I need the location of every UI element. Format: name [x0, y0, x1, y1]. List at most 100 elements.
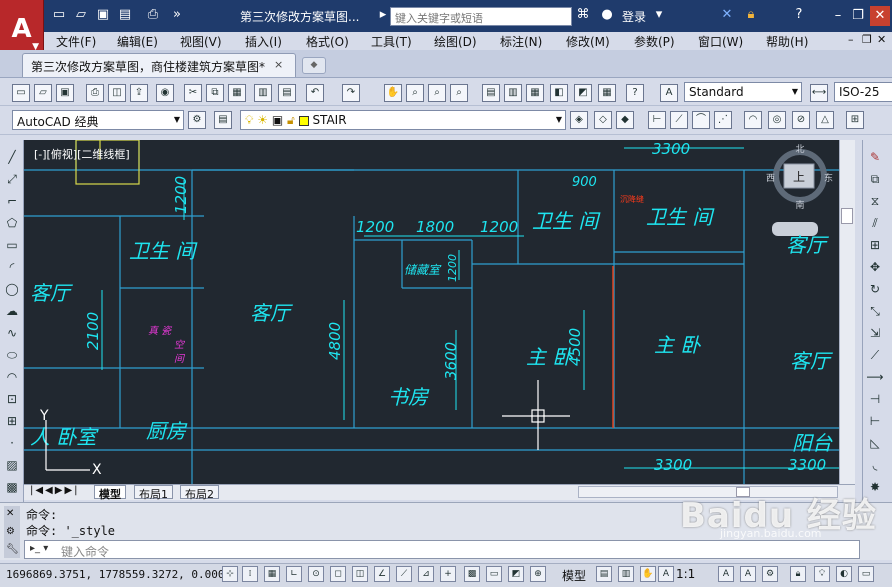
qnew-icon[interactable]: ▭ [12, 84, 30, 102]
stretch-icon[interactable]: ⇲ [866, 324, 884, 342]
layer-select[interactable]: 💡︎ ☀ ▣ 🔓︎ STAIR ▼ [240, 110, 566, 130]
design-center-icon[interactable]: ◉ [156, 84, 174, 102]
diameter-dim-icon[interactable]: ⊘ [792, 111, 810, 129]
zoom-previous-icon[interactable]: ⌕ [450, 84, 468, 102]
annotation-monitor-icon[interactable]: ⊕ [530, 566, 546, 582]
arc-icon[interactable]: ◜ [3, 258, 21, 276]
copy-icon[interactable]: ⧉ [206, 84, 224, 102]
restore-icon[interactable]: ❐ [848, 6, 868, 26]
lineweight-icon[interactable]: + [440, 566, 456, 582]
login-link[interactable]: 登录 [622, 8, 646, 25]
polyline-icon[interactable]: ⌐ [3, 192, 21, 210]
angular-dim-icon[interactable]: △ [816, 111, 834, 129]
binoculars-icon[interactable]: ⌘ [574, 6, 592, 24]
design-center-palette-icon[interactable]: ▥ [504, 84, 522, 102]
print-icon[interactable]: ⎙ [144, 6, 162, 24]
properties-icon[interactable]: ▤ [482, 84, 500, 102]
auto-scale-icon[interactable]: A [740, 566, 756, 582]
menu-parametric[interactable]: 参数(P) [634, 33, 675, 50]
block-editor-icon[interactable]: ▤ [278, 84, 296, 102]
chamfer-icon[interactable]: ◺ [866, 434, 884, 452]
redo-icon[interactable]: ↷ [342, 84, 360, 102]
menu-dimension[interactable]: 标注(N) [500, 33, 542, 50]
dim-style-select[interactable]: ISO-25 [834, 82, 892, 102]
array-icon[interactable]: ⊞ [866, 236, 884, 254]
quick-properties-icon[interactable]: ▭ [486, 566, 502, 582]
minimize-icon[interactable]: – [828, 6, 848, 26]
gradient-icon[interactable]: ▩ [3, 478, 21, 496]
erase-icon[interactable]: ✎ [866, 148, 884, 166]
viewport-controls[interactable]: [-][俯视][二维线框] [34, 147, 130, 161]
trim-icon[interactable]: ⟋ [866, 346, 884, 364]
menu-draw[interactable]: 绘图(D) [434, 33, 477, 50]
open-folder-icon[interactable]: ▱ [72, 6, 90, 24]
construction-line-icon[interactable]: ⤢ [3, 170, 21, 188]
close-icon[interactable]: ✕ [870, 6, 890, 26]
hatch-icon[interactable]: ▨ [3, 456, 21, 474]
exchange-icon[interactable]: ✕ [718, 6, 736, 24]
3d-osnap-icon[interactable]: ◫ [352, 566, 368, 582]
line-icon[interactable]: ╱ [3, 148, 21, 166]
arc-length-icon[interactable]: ⌒ [692, 111, 710, 129]
annotation-scale-icon[interactable]: A [658, 566, 674, 582]
plot-icon[interactable]: ⎙ [86, 84, 104, 102]
menu-help[interactable]: 帮助(H) [766, 33, 808, 50]
spline-icon[interactable]: ∿ [3, 324, 21, 342]
tab-layout2[interactable]: 布局2 [180, 485, 219, 501]
annotation-scale[interactable]: 1:1 [676, 567, 695, 581]
lock-icon[interactable]: 🔒︎ [742, 6, 760, 24]
search-input[interactable]: 键入关键字或短语 [390, 7, 572, 26]
layer-states-icon[interactable]: ◆ [616, 111, 634, 129]
quick-view-layouts-icon[interactable]: ▤ [596, 566, 612, 582]
scale-icon[interactable]: ⤡ [866, 302, 884, 320]
workspace-select[interactable]: AutoCAD 经典 ▼ [12, 110, 184, 130]
snap-mode-icon[interactable]: ⁞ [242, 566, 258, 582]
grid-icon[interactable]: ▦ [264, 566, 280, 582]
linear-dim-icon[interactable]: ⊢ [648, 111, 666, 129]
mdi-restore-icon[interactable]: ❐ [862, 33, 872, 46]
settings-icon[interactable]: ⚙ [6, 526, 15, 537]
mdi-close-icon[interactable]: ✕ [877, 33, 886, 46]
tab-model[interactable]: 模型 [94, 485, 126, 501]
make-current-layer-icon[interactable]: ◈ [570, 111, 588, 129]
zoom-window-icon[interactable]: ⌕ [428, 84, 446, 102]
menu-view[interactable]: 视图(V) [180, 33, 222, 50]
menu-window[interactable]: 窗口(W) [698, 33, 743, 50]
menu-file[interactable]: 文件(F) [56, 33, 96, 50]
match-properties-icon[interactable]: ▥ [254, 84, 272, 102]
document-tab[interactable]: 第三次修改方案草图，商住楼建筑方案草图* [22, 53, 296, 77]
break-icon[interactable]: ⊣ [866, 390, 884, 408]
scroll-thumb[interactable] [841, 208, 853, 224]
pan-status-icon[interactable]: ✋ [640, 566, 656, 582]
text-style-icon[interactable]: A [660, 84, 678, 102]
ellipse-arc-icon[interactable]: ◠ [3, 368, 21, 386]
layer-previous-icon[interactable]: ◇ [594, 111, 612, 129]
infer-constraints-icon[interactable]: ⊹ [222, 566, 238, 582]
insert-block-icon[interactable]: ⊡ [3, 390, 21, 408]
paste-icon[interactable]: ▦ [228, 84, 246, 102]
menu-edit[interactable]: 编辑(E) [117, 33, 158, 50]
jogged-dim-icon[interactable]: ◎ [768, 111, 786, 129]
object-tracking-icon[interactable]: ∠ [374, 566, 390, 582]
help-icon[interactable]: ? [626, 84, 644, 102]
quick-dim-icon[interactable]: ⊞ [846, 111, 864, 129]
tab-layout1[interactable]: 布局1 [134, 485, 173, 501]
annotation-visibility-icon[interactable]: A [718, 566, 734, 582]
mdi-minimize-icon[interactable]: – [848, 33, 854, 46]
model-space-button[interactable]: 模型 [562, 567, 586, 584]
vertical-scrollbar[interactable] [839, 140, 855, 484]
fillet-icon[interactable]: ◟ [866, 456, 884, 474]
save-as-icon[interactable]: ▤ [116, 6, 134, 24]
drawing-canvas[interactable]: 上 北 南 东 西 [-][俯视][二维线框] 卫生 间 客厅 客厅 书房 主 … [24, 140, 839, 484]
ordinate-dim-icon[interactable]: ⋰ [714, 111, 732, 129]
command-input[interactable]: 键入命令 [24, 540, 860, 559]
new-file-icon[interactable]: ▭ [50, 6, 68, 24]
wrench-icon[interactable]: 🔧︎ [6, 544, 19, 555]
copy-object-icon[interactable]: ⧉ [866, 170, 884, 188]
cut-icon[interactable]: ✂ [184, 84, 202, 102]
open-icon[interactable]: ▱ [34, 84, 52, 102]
command-prompt-icon[interactable]: ▸_ ▾ [30, 543, 48, 554]
zoom-realtime-icon[interactable]: ⌕ [406, 84, 424, 102]
quick-view-drawings-icon[interactable]: ▥ [618, 566, 634, 582]
help-icon[interactable]: ? [790, 6, 808, 24]
